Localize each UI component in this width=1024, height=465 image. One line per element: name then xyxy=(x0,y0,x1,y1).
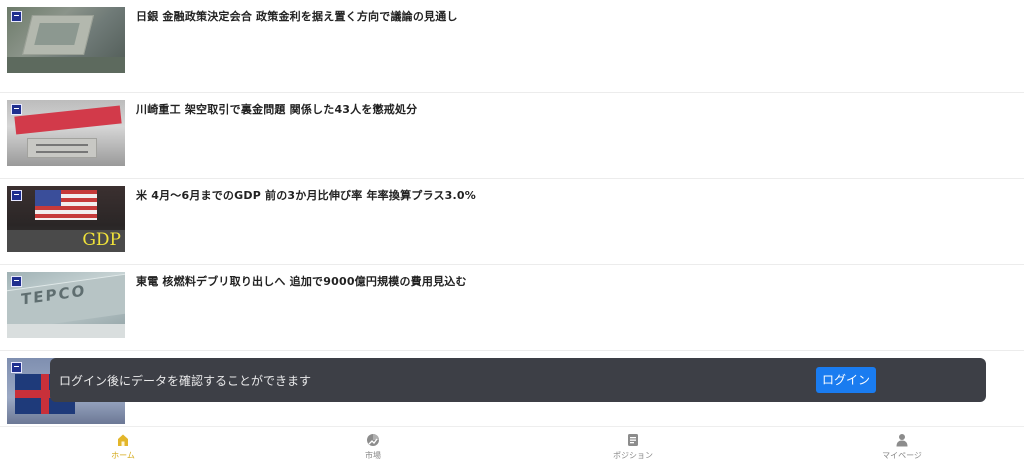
news-thumbnail[interactable] xyxy=(7,7,125,73)
market-icon xyxy=(367,434,379,446)
nhk-logo-icon xyxy=(11,276,22,287)
news-title[interactable]: 東電 核燃料デブリ取り出しへ 追加で9000億円規模の費用見込む xyxy=(136,273,467,289)
thumbnail-caption: GDP xyxy=(82,230,121,250)
news-item[interactable]: 日銀 金融政策決定会合 政策金利を据え置く方向で議論の見通し xyxy=(0,0,1024,86)
news-item[interactable]: GDP 米 4月～6月までのGDP 前の3か月比伸び率 年率換算プラス3.0% xyxy=(0,178,1024,264)
tab-home[interactable]: ホーム xyxy=(63,433,183,465)
nhk-logo-icon xyxy=(11,104,22,115)
news-thumbnail[interactable]: TEPCO xyxy=(7,272,125,338)
nhk-logo-icon xyxy=(11,362,22,373)
home-icon xyxy=(118,434,128,446)
news-item[interactable]: TEPCO 東電 核燃料デブリ取り出しへ 追加で9000億円規模の費用見込む xyxy=(0,264,1024,350)
toast-message: ログイン後にデータを確認することができます xyxy=(59,374,312,388)
tab-label: マイページ xyxy=(882,451,922,460)
news-title[interactable]: 日銀 金融政策決定会合 政策金利を据え置く方向で議論の見通し xyxy=(136,8,458,24)
news-title[interactable]: 米 4月～6月までのGDP 前の3か月比伸び率 年率換算プラス3.0% xyxy=(136,187,476,203)
nhk-logo-icon xyxy=(11,190,22,201)
tab-label: ホーム xyxy=(111,451,135,460)
nhk-logo-icon xyxy=(11,11,22,22)
news-item[interactable]: 川崎重工 架空取引で裏金問題 関係した43人を懲戒処分 xyxy=(0,92,1024,178)
news-thumbnail[interactable] xyxy=(7,100,125,166)
tab-position[interactable]: ポジション xyxy=(573,433,693,465)
news-title[interactable]: 川崎重工 架空取引で裏金問題 関係した43人を懲戒処分 xyxy=(136,101,417,117)
news-thumbnail[interactable]: GDP xyxy=(7,186,125,252)
tab-label: ポジション xyxy=(613,451,653,460)
login-toast: ログイン後にデータを確認することができます ログイン xyxy=(50,358,986,402)
tab-mypage[interactable]: マイページ xyxy=(842,433,962,465)
tab-market[interactable]: 市場 xyxy=(313,433,433,465)
user-icon xyxy=(896,434,908,447)
login-button[interactable]: ログイン xyxy=(816,367,876,393)
bottom-tab-bar: ホーム 市場 ポジション マイページ xyxy=(0,426,1024,465)
position-icon xyxy=(628,434,638,446)
tab-label: 市場 xyxy=(365,451,381,460)
